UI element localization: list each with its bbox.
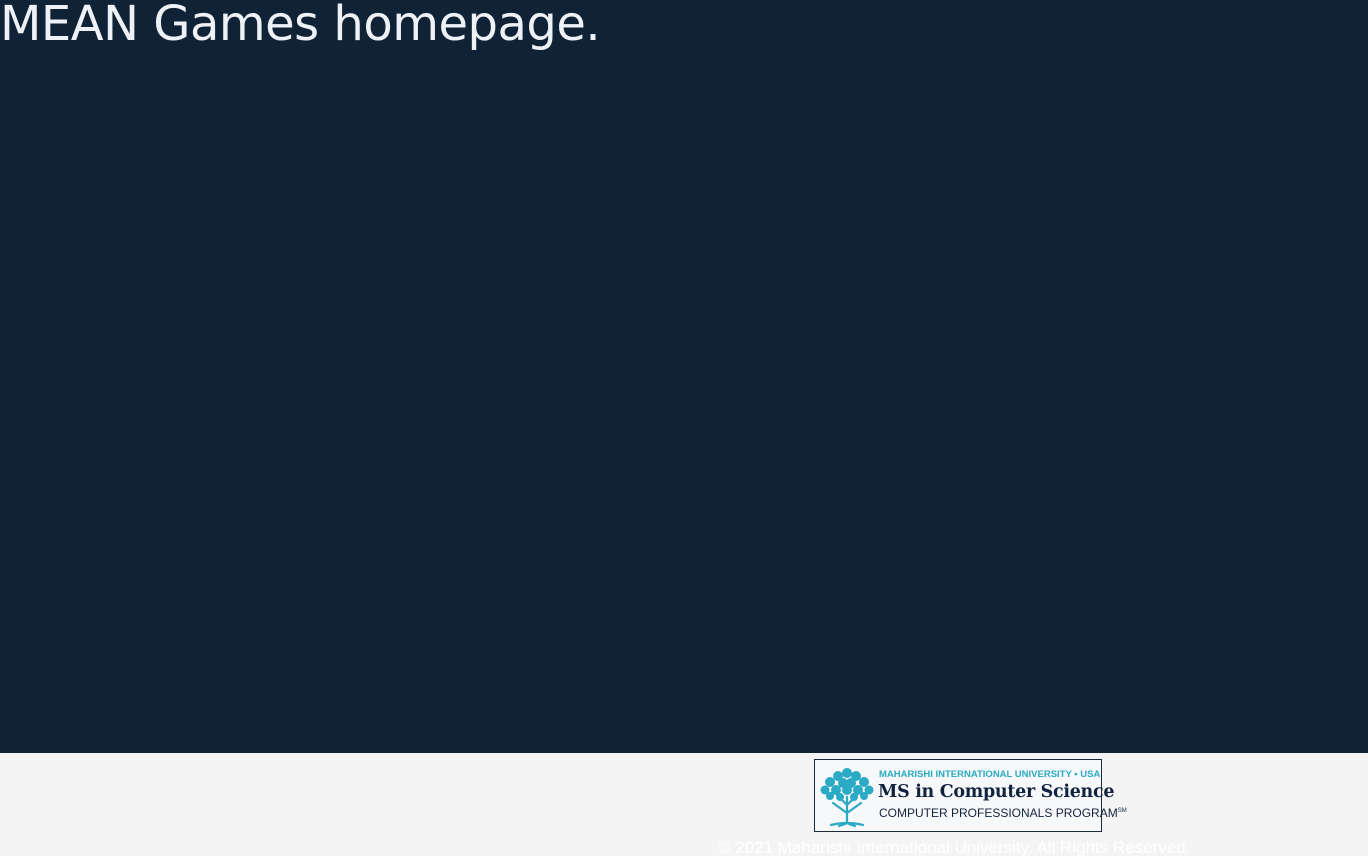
- logo-subprogram-name: COMPUTER PROFESSIONALS PROGRAMSM: [879, 806, 1127, 820]
- mum-logo[interactable]: MAHARISHI INTERNATIONAL UNIVERSITY • USA…: [814, 759, 1127, 832]
- main-content: MEAN Games homepage.: [0, 0, 1368, 753]
- tree-icon: [820, 768, 874, 827]
- page-title: MEAN Games homepage.: [0, 0, 601, 52]
- logo-program-name: MS in Computer Science: [878, 782, 1115, 802]
- logo-university-name: MAHARISHI INTERNATIONAL UNIVERSITY • USA: [879, 769, 1101, 780]
- copyright-text: © 2021 Maharishi International Universit…: [718, 838, 1191, 857]
- service-mark: SM: [1117, 808, 1127, 814]
- footer: MAHARISHI INTERNATIONAL UNIVERSITY • USA…: [0, 753, 1368, 857]
